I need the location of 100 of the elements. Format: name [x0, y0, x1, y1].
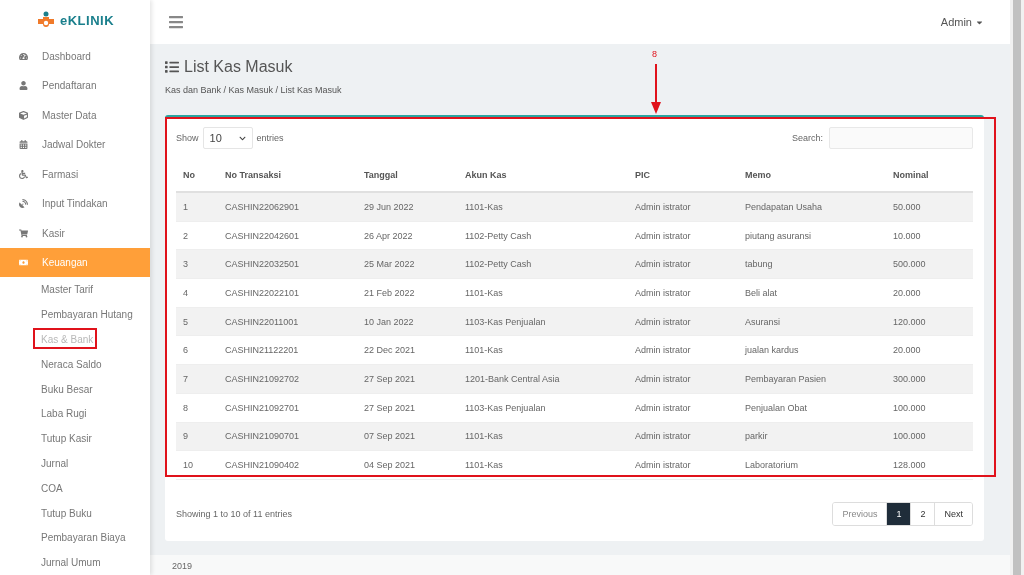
- table-cell-text: Pendapatan Usaha: [744, 201, 824, 212]
- submenu-item[interactable]: Tutup Kasir: [0, 426, 150, 451]
- table-cell-text: 27 Sep 2021: [363, 402, 417, 413]
- submenu-item[interactable]: Jurnal Umum: [0, 550, 150, 575]
- table-cell-text: 7: [182, 373, 189, 384]
- table-cell-text: CASHIN22022101: [224, 287, 301, 298]
- brand-name: eKLINIK: [59, 13, 115, 29]
- table-cell-text: 26 Apr 2022: [363, 230, 414, 241]
- sidebar-item[interactable]: Kasir: [0, 218, 150, 248]
- show-label: Show: [176, 133, 199, 143]
- table-cell-text: Beli alat: [744, 287, 779, 298]
- table-cell-text: CASHIN22062901: [224, 201, 301, 212]
- table-cell-text: Admin istrator: [634, 287, 692, 298]
- table-cell-text: 1101-Kas: [464, 431, 504, 442]
- table-cell-text: CASHIN21122201: [224, 345, 300, 356]
- table-cell-text: 1: [182, 201, 189, 212]
- sidebar-item[interactable]: Pendaftaran: [0, 71, 150, 101]
- footer-text: 2019: [172, 560, 193, 571]
- sidebar-item[interactable]: Input Tindakan: [0, 189, 150, 219]
- submenu-item[interactable]: Pembayaran Hutang: [0, 302, 150, 328]
- table-cell-text: Admin istrator: [634, 431, 692, 442]
- table-cell-text: 20.000: [892, 287, 922, 298]
- table-cell-text: Penjualan Obat: [744, 402, 809, 413]
- table-cell-text: 2: [182, 230, 189, 241]
- column-header[interactable]: PIC: [628, 170, 738, 180]
- table-cell-text: CASHIN21090701: [224, 431, 301, 442]
- table-cell-text: 3: [182, 259, 189, 270]
- page-button[interactable]: 1: [886, 502, 911, 525]
- table-cell-text: Admin istrator: [634, 201, 692, 212]
- breadcrumb: Kas dan Bank / Kas Masuk / List Kas Masuk: [165, 85, 343, 95]
- table-cell-text: 500.000: [892, 259, 927, 270]
- table-cell-text: Asuransi: [744, 316, 781, 327]
- table-cell-text: 8: [182, 402, 189, 413]
- table-cell-text: piutang asuransi: [744, 230, 813, 241]
- page-button[interactable]: Next: [934, 502, 972, 525]
- table-cell-text: Admin istrator: [634, 373, 692, 384]
- table-cell-text: 1101-Kas: [464, 287, 504, 298]
- submenu-item[interactable]: Buku Besar: [0, 376, 150, 402]
- table-cell-text: 1103-Kas Penjualan: [464, 402, 547, 413]
- table-cell-text: Admin istrator: [634, 345, 692, 356]
- table-cell-text: 1103-Kas Penjualan: [464, 316, 547, 327]
- page-title: List Kas Masuk: [184, 58, 293, 76]
- table-cell-text: Admin istrator: [634, 402, 692, 413]
- entries-summary: Showing 1 to 10 of 11 entries: [176, 508, 292, 519]
- table-cell-text: 07 Sep 2021: [363, 431, 417, 442]
- table-cell-text: 29 Jun 2022: [363, 201, 415, 212]
- table-cell-text: 120.000: [892, 316, 927, 327]
- sidebar-item[interactable]: Farmasi: [0, 159, 150, 190]
- column-header[interactable]: Akun Kas: [458, 170, 628, 180]
- search-label: Search:: [791, 133, 823, 143]
- column-header[interactable]: No Transaksi: [218, 170, 357, 180]
- table-cell-text: CASHIN21092701: [224, 402, 301, 413]
- column-header[interactable]: Memo: [738, 170, 886, 180]
- table-cell-text: 50.000: [892, 201, 922, 212]
- table-cell-text: 4: [182, 287, 189, 298]
- table-cell-text: jualan kardus: [743, 345, 800, 356]
- table-cell-text: 10 Jan 2022: [363, 316, 415, 327]
- table-cell-text: Admin istrator: [634, 316, 692, 327]
- submenu-item[interactable]: Pembayaran Biaya: [0, 525, 150, 551]
- sidebar-item[interactable]: Master Data: [0, 100, 150, 131]
- table-cell-text: 128.000: [892, 460, 927, 471]
- submenu-item[interactable]: Laba Rugi: [0, 401, 150, 427]
- submenu-item[interactable]: Tutup Buku: [0, 500, 150, 526]
- table-cell-text: 10: [182, 460, 194, 471]
- sidebar-item[interactable]: Dashboard: [0, 41, 150, 72]
- table-cell-text: Laboratorium: [744, 460, 800, 471]
- table-cell-text: 6: [182, 345, 189, 356]
- annotation-label: 8: [652, 49, 657, 59]
- table-cell-text: Pembayaran Pasien: [744, 373, 828, 384]
- table-cell-text: 21 Feb 2022: [363, 287, 416, 298]
- table-cell-text: CASHIN22032501: [224, 259, 301, 270]
- entries-label: entries: [256, 133, 284, 143]
- table-cell-text: CASHIN21090402: [224, 460, 301, 471]
- sidebar-item[interactable]: Jadwal Dokter: [0, 130, 150, 160]
- submenu-item[interactable]: COA: [0, 475, 150, 501]
- table-cell-text: 04 Sep 2021: [363, 460, 417, 471]
- column-header[interactable]: No: [176, 170, 218, 180]
- table-cell-text: 1101-Kas: [464, 460, 504, 471]
- submenu-item[interactable]: Neraca Saldo: [0, 351, 150, 377]
- table-cell-text: 27 Sep 2021: [363, 373, 417, 384]
- page-size-select[interactable]: 10: [202, 127, 253, 149]
- user-menu[interactable]: Admin: [940, 16, 984, 28]
- table-cell-text: CASHIN21092702: [224, 373, 301, 384]
- table-cell-text: 9: [182, 431, 189, 442]
- table-cell-text: 100.000: [892, 402, 927, 413]
- column-header[interactable]: Nominal: [886, 170, 973, 180]
- table-cell-text: 5: [182, 316, 189, 327]
- table-cell-text: 1101-Kas: [464, 201, 504, 212]
- table-cell-text: Admin istrator: [634, 230, 692, 241]
- submenu-item[interactable]: Master Tarif: [0, 277, 150, 303]
- column-header[interactable]: Tanggal: [357, 170, 458, 180]
- table-cell-text: 25 Mar 2022: [363, 259, 416, 270]
- table-cell-text: 10.000: [892, 230, 922, 241]
- submenu-item[interactable]: Jurnal: [0, 451, 150, 476]
- table-cell-text: Admin istrator: [634, 460, 692, 471]
- table-cell-text: 1102-Petty Cash: [464, 259, 533, 270]
- table-cell-text: 300.000: [892, 373, 927, 384]
- table-cell-text: 22 Dec 2021: [363, 345, 417, 356]
- table-cell-text: tabung: [744, 259, 774, 270]
- table-cell-text: 1101-Kas: [464, 345, 504, 356]
